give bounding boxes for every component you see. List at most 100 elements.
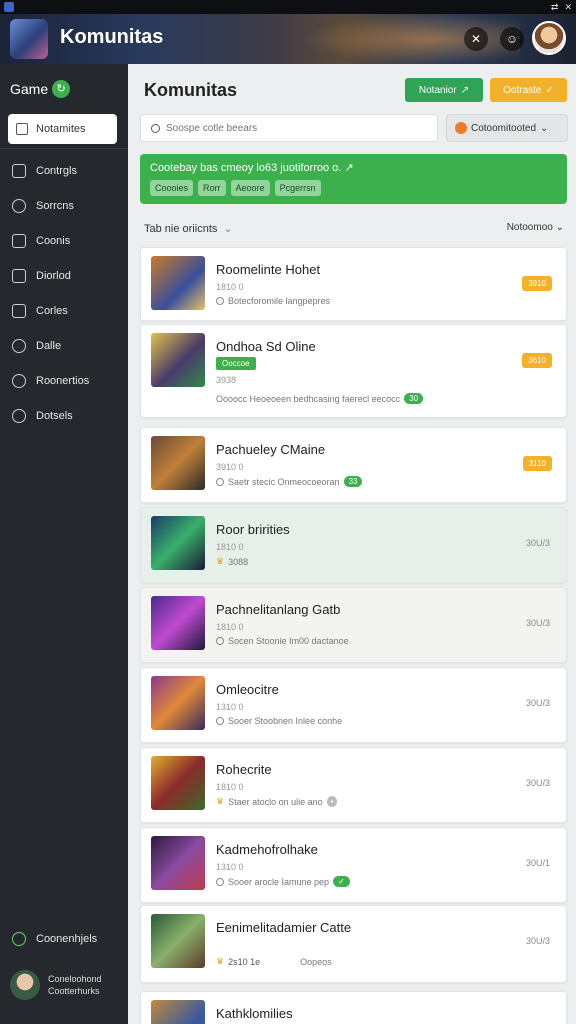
item-title: Pachueley CMaine	[216, 442, 326, 457]
sidebar-item-label: Sorrcns	[36, 200, 74, 212]
list-item[interactable]: Ondhoa Sd Oline Ooccoe 3938 Oooocc Heoeo…	[140, 324, 567, 418]
chat-icon	[12, 234, 26, 248]
item-description: Oooocc Heoeoeen bedhcasing faerecl eecoc…	[216, 393, 424, 404]
item-description-text: Saetr stecic Onmeocoeoran	[228, 476, 340, 487]
search-icon	[151, 123, 160, 133]
sidebar-item-roonertios[interactable]: Roonertios	[12, 374, 89, 388]
header-banner: Komunitas ✕ ☺	[0, 14, 576, 64]
game-thumbnail	[151, 676, 205, 730]
main-content: Komunitas Notanior ↗ Ootraste ✓ Cotoomit…	[128, 64, 576, 1024]
profile-block[interactable]: Coneloohond Cootterhurks	[10, 970, 102, 1000]
secondary-button[interactable]: Ootraste ✓	[490, 78, 567, 102]
search-input[interactable]	[166, 122, 426, 134]
item-description-text: Oopeos	[300, 956, 332, 967]
filter-dropdown[interactable]: Cotoomitooted ⌄	[446, 114, 568, 142]
banner-tag[interactable]: Pcgerrsn	[274, 180, 321, 196]
item-description-text: Staer atoclo on ulie ano	[228, 796, 323, 807]
info-icon	[216, 717, 224, 725]
sidebar-item-label: Coonis	[36, 235, 71, 247]
item-title: Rohecrite	[216, 762, 272, 777]
item-title: Kathklomilies	[216, 1006, 293, 1021]
sidebar-item-sorrcns[interactable]: Sorrcns	[12, 199, 74, 213]
close-icon[interactable]: ✕	[564, 2, 572, 13]
trophy-icon: ♛	[216, 796, 225, 806]
game-thumbnail	[151, 836, 205, 890]
refresh-icon: ↻	[52, 80, 71, 98]
item-meta: 1810 0	[216, 542, 244, 552]
item-title: Ondhoa Sd Oline	[216, 339, 316, 354]
profile-subtitle: Cootterhurks	[48, 986, 100, 996]
app-title: Komunitas	[60, 26, 164, 48]
brand-label: Game	[10, 81, 49, 97]
list-item[interactable]: Pachueley CMaine 3910 0 Saetr stecic Onm…	[140, 427, 567, 503]
list-item[interactable]: Pachnelitanlang Gatb 1810 0 Socen Stooni…	[140, 587, 567, 663]
game-thumbnail	[151, 756, 205, 810]
list-item[interactable]: Eenimelitadamier Catte ♛ 2s10 1e Oopeos …	[140, 905, 567, 983]
list-item[interactable]: Kadmehofrolhake 1310 0 Sooer arocle Iamu…	[140, 827, 567, 903]
sidebar-item-label: Corles	[36, 305, 68, 317]
status-badge: 3910	[522, 276, 552, 291]
item-meta: 3938	[216, 375, 237, 385]
filter-label: Cotoomitooted	[471, 122, 537, 134]
list-heading[interactable]: Tab nie oriicnts ⌄	[144, 222, 233, 236]
sidebar-item-label: Coonenhjels	[36, 933, 98, 945]
sidebar-item-corles[interactable]: Corles	[12, 304, 68, 318]
list-heading-label: Tab nie oriicnts	[144, 222, 218, 235]
item-count: 30U/1	[525, 858, 550, 868]
banner-tag[interactable]: Rorr	[198, 180, 226, 196]
search-bar[interactable]	[140, 114, 438, 142]
item-description: Sooer Stoobnen Inlee conhe	[216, 716, 342, 726]
item-meta: 2s10 1e	[228, 956, 261, 967]
item-description: ♛ Staer atoclo on ulie ano •	[216, 796, 338, 807]
list-item[interactable]: Roor bririties 1810 0 ♛ 3088 30U/3	[140, 507, 567, 583]
sidebar-item-label: Contrgls	[36, 165, 77, 177]
banner-tag[interactable]: Coooies	[150, 180, 194, 196]
count-chip: 30	[404, 393, 424, 404]
sidebar-item-coonis[interactable]: Coonis	[12, 234, 70, 248]
item-count: 30U/3	[525, 618, 550, 628]
shuffle-icon[interactable]: ✕	[464, 27, 488, 51]
sidebar-item-active[interactable]: Notamites	[8, 114, 117, 144]
chevron-down-icon: ✓	[545, 84, 554, 96]
external-icon: ↗	[460, 84, 470, 96]
item-count: 30U/3	[525, 698, 550, 708]
sidebar-item-label: Roonertios	[36, 375, 90, 387]
item-description: Socen Stoonie Im00 dactanoe	[216, 636, 349, 646]
sidebar-item-label: Dotsels	[36, 410, 73, 422]
item-description: Sooer arocle Iamune pep ✓	[216, 876, 350, 887]
list-item[interactable]: Kathklomilies	[140, 991, 567, 1024]
sidebar-item-dotsels[interactable]: Dotsels	[12, 409, 73, 423]
app-logo	[10, 19, 48, 59]
window-controls: ⇄ ✕	[551, 2, 572, 13]
item-label: Ooccoe	[216, 357, 256, 370]
sync-icon[interactable]: ⇄	[551, 2, 559, 13]
sort-dropdown[interactable]: Notoomoo ⌄	[507, 222, 564, 233]
star-icon	[12, 199, 26, 213]
system-bar: ⇄ ✕	[0, 0, 576, 14]
sidebar-divider	[0, 148, 128, 149]
item-title: Pachnelitanlang Gatb	[216, 602, 341, 617]
notification-avatar-icon[interactable]: ☺	[500, 27, 524, 51]
item-meta: 1810 0	[216, 782, 244, 792]
user-avatar[interactable]	[532, 21, 566, 55]
item-meta: 1310 0	[216, 702, 244, 712]
sidebar-item-contrgls[interactable]: Contrgls	[12, 164, 77, 178]
sidebar-item-diorlod[interactable]: Diorlod	[12, 269, 71, 283]
sidebar-item-coonenhjels[interactable]: Coonenhjels	[12, 932, 97, 946]
sidebar-brand[interactable]: Game ↻	[10, 80, 71, 98]
primary-button[interactable]: Notanior ↗	[405, 78, 483, 102]
item-count: 30U/3	[525, 936, 550, 946]
list-item[interactable]: Roomelinte Hohet 1810 0 Botecforomile la…	[140, 247, 567, 321]
promo-banner: Cootebay bas cmeoy lo63 juotiforroo o. ↗…	[140, 154, 567, 204]
check-chip: ✓	[333, 876, 350, 887]
profile-name: Coneloohond	[48, 974, 102, 984]
search-icon	[12, 374, 26, 388]
item-description: ♛ 3088	[216, 556, 248, 567]
list-item[interactable]: Rohecrite 1810 0 ♛ Staer atoclo on ulie …	[140, 747, 567, 823]
check-circle-icon	[12, 932, 26, 946]
banner-tag[interactable]: Aeoore	[230, 180, 270, 196]
sidebar-item-dalle[interactable]: Dalle	[12, 339, 61, 353]
item-meta: 1810 0	[216, 282, 244, 292]
list-item[interactable]: Omleocitre 1310 0 Sooer Stoobnen Inlee c…	[140, 667, 567, 743]
sort-label: Notoomoo	[506, 222, 553, 233]
